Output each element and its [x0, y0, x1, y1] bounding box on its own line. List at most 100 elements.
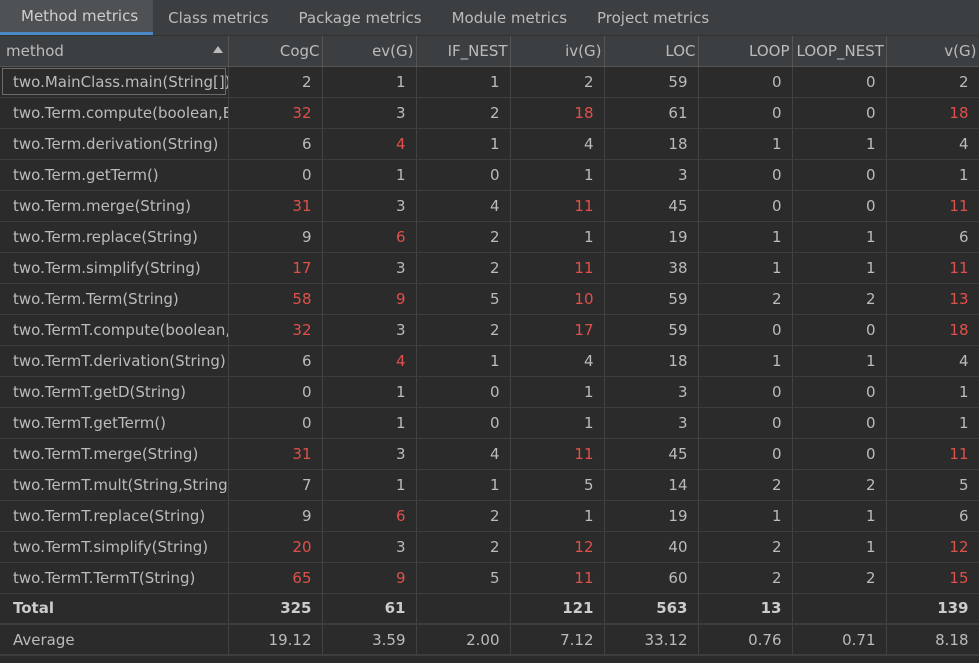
- metric-cell-if-nest: 2: [416, 97, 511, 129]
- metric-cell-iv-g: 4: [510, 345, 605, 377]
- average-label: Average: [0, 624, 229, 656]
- metric-cell-cogc: 0: [228, 407, 323, 439]
- metric-cell-if-nest: 1: [416, 345, 511, 377]
- table-row[interactable]: two.TermT.getTerm() 0 1 0 1 3 0 0 1: [0, 407, 979, 439]
- method-name-cell: two.TermT.TermT(String): [0, 562, 229, 594]
- metric-cell-loop-nest: 0: [792, 97, 887, 129]
- column-header-label: LOOP: [749, 41, 790, 60]
- metric-cell-if-nest: 2: [416, 531, 511, 563]
- column-header-loop[interactable]: LOOP: [698, 36, 793, 67]
- metric-cell-cogc: 9: [228, 500, 323, 532]
- metric-cell-ev-g: 9: [322, 283, 417, 315]
- table-row[interactable]: two.TermT.derivation(String) 6 4 1 4 18 1 1 4: [0, 345, 979, 377]
- metric-cell-loc: 14: [604, 469, 699, 501]
- metric-cell-ev-g: 1: [322, 407, 417, 439]
- column-header-label: LOC: [665, 41, 696, 60]
- table-row[interactable]: two.Term.getTerm() 0 1 0 1 3 0 0 1: [0, 159, 979, 191]
- metric-cell-v-g: 13: [886, 283, 979, 315]
- metric-cell-loop: 0: [698, 66, 793, 98]
- tab-method-metrics[interactable]: Method metrics: [0, 0, 154, 35]
- metric-cell-v-g: 2: [886, 66, 979, 98]
- method-metrics-table-container: method CogC ev(G) IF_NEST iv(G) LOC LOOP LOOP_N…: [0, 36, 979, 663]
- metric-cell-iv-g: 11: [510, 190, 605, 222]
- metric-cell-iv-g: 11: [510, 438, 605, 470]
- column-header-loop-nest[interactable]: LOOP_NEST: [792, 36, 887, 67]
- table-row[interactable]: two.Term.derivation(String) 6 4 1 4 18 1 1 4: [0, 128, 979, 160]
- average-loop-nest: 0.71: [792, 624, 887, 656]
- metric-cell-v-g: 4: [886, 345, 979, 377]
- average-iv-g: 7.12: [510, 624, 605, 656]
- table-row[interactable]: two.TermT.simplify(String) 20 3 2 12 40 2 1 12: [0, 531, 979, 563]
- metric-cell-if-nest: 4: [416, 438, 511, 470]
- column-header-label: IF_NEST: [447, 41, 508, 60]
- metric-cell-ev-g: 4: [322, 345, 417, 377]
- metric-cell-v-g: 6: [886, 221, 979, 253]
- table-row[interactable]: two.Term.merge(String) 31 3 4 11 45 0 0 11: [0, 190, 979, 222]
- metric-cell-ev-g: 3: [322, 97, 417, 129]
- total-row: Total 325 61 121 563 13 139: [0, 593, 979, 625]
- metric-cell-iv-g: 12: [510, 531, 605, 563]
- total-iv-g: 121: [510, 593, 605, 625]
- metric-cell-loop-nest: 2: [792, 562, 887, 594]
- metric-cell-if-nest: 4: [416, 190, 511, 222]
- metric-cell-loop-nest: 0: [792, 66, 887, 98]
- table-body: two.MainClass.main(String[]) 2 1 1 2 59 0 0 2 two…: [0, 66, 979, 656]
- metric-cell-v-g: 5: [886, 469, 979, 501]
- metric-cell-v-g: 18: [886, 97, 979, 129]
- method-name-cell: two.Term.replace(String): [0, 221, 229, 253]
- tab-class-metrics[interactable]: Class metrics: [153, 0, 283, 35]
- column-header-method[interactable]: method: [0, 36, 229, 67]
- metric-cell-cogc: 32: [228, 97, 323, 129]
- method-name-cell: two.TermT.merge(String): [0, 438, 229, 470]
- table-row[interactable]: two.TermT.mult(String,String) 7 1 1 5 14 2 2 5: [0, 469, 979, 501]
- metric-cell-v-g: 4: [886, 128, 979, 160]
- table-row[interactable]: two.Term.Term(String) 58 9 5 10 59 2 2 13: [0, 283, 979, 315]
- tab-package-metrics[interactable]: Package metrics: [284, 0, 437, 35]
- metric-cell-loc: 3: [604, 376, 699, 408]
- metric-cell-iv-g: 1: [510, 376, 605, 408]
- metric-cell-ev-g: 6: [322, 221, 417, 253]
- metric-cell-v-g: 1: [886, 159, 979, 191]
- method-name-cell: two.TermT.replace(String): [0, 500, 229, 532]
- metric-cell-ev-g: 3: [322, 190, 417, 222]
- metric-cell-iv-g: 10: [510, 283, 605, 315]
- method-name-cell: two.Term.getTerm(): [0, 159, 229, 191]
- column-header-iv-g[interactable]: iv(G): [510, 36, 605, 67]
- method-name-cell: two.Term.derivation(String): [0, 128, 229, 160]
- metric-cell-loc: 19: [604, 500, 699, 532]
- metric-cell-loc: 3: [604, 407, 699, 439]
- table-row[interactable]: two.Term.replace(String) 9 6 2 1 19 1 1 6: [0, 221, 979, 253]
- table-row[interactable]: two.Term.compute(boolean,BigInteger)3232…: [0, 97, 979, 129]
- average-loc: 33.12: [604, 624, 699, 656]
- metric-cell-loop: 0: [698, 190, 793, 222]
- tab-project-metrics[interactable]: Project metrics: [582, 0, 724, 35]
- table-row[interactable]: two.MainClass.main(String[]) 2 1 1 2 59 0 0 2: [0, 66, 979, 98]
- table-row[interactable]: two.TermT.getD(String) 0 1 0 1 3 0 0 1: [0, 376, 979, 408]
- column-header-v-g[interactable]: v(G): [886, 36, 979, 67]
- column-header-ev-g[interactable]: ev(G): [322, 36, 417, 67]
- metric-cell-cogc: 31: [228, 438, 323, 470]
- table-row[interactable]: two.TermT.compute(boolean,BigInteger)323…: [0, 314, 979, 346]
- average-if-nest: 2.00: [416, 624, 511, 656]
- table-row[interactable]: two.TermT.replace(String) 9 6 2 1 19 1 1 6: [0, 500, 979, 532]
- metric-cell-cogc: 6: [228, 345, 323, 377]
- table-row[interactable]: two.TermT.TermT(String) 65 9 5 11 60 2 2 15: [0, 562, 979, 594]
- metric-cell-ev-g: 1: [322, 159, 417, 191]
- table-row[interactable]: two.Term.simplify(String) 17 3 2 11 38 1 1 11: [0, 252, 979, 284]
- metric-cell-ev-g: 4: [322, 128, 417, 160]
- metric-cell-cogc: 7: [228, 469, 323, 501]
- metric-cell-ev-g: 6: [322, 500, 417, 532]
- column-header-if-nest[interactable]: IF_NEST: [416, 36, 511, 67]
- metric-cell-loc: 18: [604, 128, 699, 160]
- column-header-cogc[interactable]: CogC: [228, 36, 323, 67]
- metric-cell-ev-g: 3: [322, 438, 417, 470]
- method-name-cell: two.TermT.mult(String,String): [0, 469, 229, 501]
- metric-cell-loc: 59: [604, 66, 699, 98]
- table-row[interactable]: two.TermT.merge(String) 31 3 4 11 45 0 0 11: [0, 438, 979, 470]
- column-header-loc[interactable]: LOC: [604, 36, 699, 67]
- average-cogc: 19.12: [228, 624, 323, 656]
- tab-module-metrics[interactable]: Module metrics: [437, 0, 582, 35]
- metric-cell-if-nest: 2: [416, 221, 511, 253]
- metric-cell-cogc: 6: [228, 128, 323, 160]
- metric-cell-loop: 2: [698, 562, 793, 594]
